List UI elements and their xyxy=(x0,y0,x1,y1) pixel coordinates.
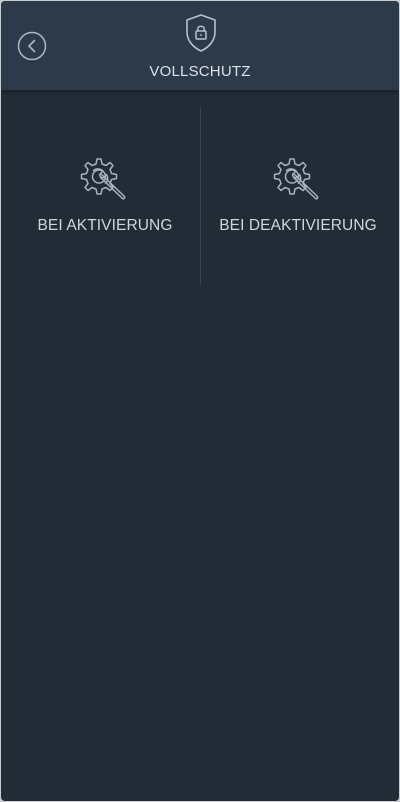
header-bar: VOLLSCHUTZ xyxy=(1,1,399,91)
option-on-deactivation[interactable]: BEI DEAKTIVIERUNG xyxy=(201,121,395,271)
gear-wrench-icon xyxy=(79,155,131,203)
option-label: BEI AKTIVIERUNG xyxy=(37,217,173,234)
page-title: VOLLSCHUTZ xyxy=(149,63,251,80)
shield-lock-icon xyxy=(184,13,218,53)
gear-wrench-icon xyxy=(272,155,324,203)
option-label: BEI DEAKTIVIERUNG xyxy=(219,217,377,234)
chevron-left-circle-icon xyxy=(17,31,47,61)
app-window: VOLLSCHUTZ BEI AKTIVIERUNG BEI DEAKTIVIE… xyxy=(1,1,399,801)
option-on-activation[interactable]: BEI AKTIVIERUNG xyxy=(9,121,201,271)
back-button[interactable] xyxy=(17,31,47,61)
